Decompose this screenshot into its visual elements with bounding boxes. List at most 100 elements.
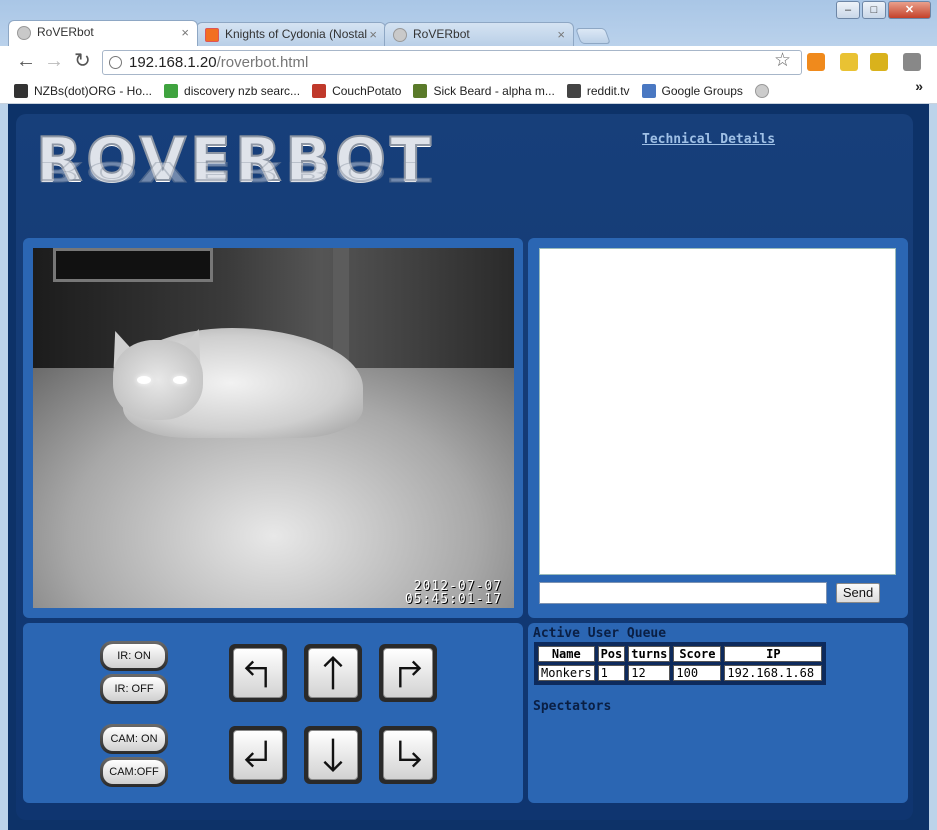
spectators-title: Spectators [533,699,612,714]
bookmark-google-groups[interactable]: Google Groups [641,83,743,98]
down-arrow-icon [323,738,343,773]
camera-timestamp: 2012-07-07 05:45:01-17 [405,580,502,606]
google-groups-icon [641,83,656,98]
ir-on-label: IR: ON [103,644,165,668]
bookmark-couchpotato[interactable]: CouchPotato [312,83,402,98]
browser-chrome: – □ ✕ RoVERbot × Knights of Cydonia (Nos… [0,0,937,104]
bookmark-label: Google Groups [661,83,743,98]
tab-close-icon[interactable]: × [557,23,565,46]
extension-arrow-icon[interactable] [840,53,858,71]
bookmark-discovery[interactable]: discovery nzb searc... [164,83,301,98]
camera-feed: 2012-07-07 05:45:01-17 [33,248,514,608]
forward-button[interactable] [304,644,362,702]
close-window-button[interactable]: ✕ [888,1,931,19]
sickbeard-icon [413,83,428,98]
forward-button[interactable]: → [44,51,64,71]
tab-close-icon[interactable]: × [369,23,377,46]
cell-turns: 12 [628,665,671,681]
cell-score: 100 [673,665,722,681]
cam-on-button[interactable]: CAM: ON [100,724,168,754]
address-bar[interactable]: 192.168.1.20/roverbot.html [102,50,802,75]
logo-reflection: ROVERBOT [35,155,435,188]
video-panel: 2012-07-07 05:45:01-17 [23,238,523,618]
new-tab-button[interactable] [575,28,611,44]
cam-off-label: CAM:OFF [103,760,165,784]
bookmark-reddit-tv[interactable]: reddit.tv [566,83,630,98]
minimize-button[interactable]: – [836,1,860,19]
table-row: Monkers 1 12 100 192.168.1.68 [538,665,823,681]
tab-close-icon[interactable]: × [181,21,189,44]
camera-window [53,248,213,282]
toolbar: ← → ↻ 192.168.1.20/roverbot.html ☆ [0,46,937,78]
turn-right-forward-button[interactable] [379,644,437,702]
cam-off-button[interactable]: CAM:OFF [100,757,168,787]
globe-icon[interactable] [754,83,769,98]
turn-left-back-button[interactable] [229,726,287,784]
bookmark-label: discovery nzb searc... [184,83,301,98]
chat-panel: Send [528,238,908,618]
cat-eye [137,376,151,384]
send-button[interactable]: Send [836,583,880,603]
bookmark-nzbs[interactable]: NZBs(dot)ORG - Ho... [14,83,153,98]
tab-strip: RoVERbot × Knights of Cydonia (Nostal × … [8,20,611,46]
roverbot-page: ROVERBOT ROVERBOT Technical Details 2012… [8,104,929,830]
cell-name: Monkers [538,665,595,681]
ir-off-label: IR: OFF [103,677,165,701]
ir-on-button[interactable]: IR: ON [100,641,168,671]
tab-roverbot-2[interactable]: RoVERbot × [384,22,574,46]
header-turns: turns [628,646,671,662]
couchpotato-icon [312,83,327,98]
wrench-icon[interactable] [903,53,921,71]
bookmarks-bar: NZBs(dot)ORG - Ho... discovery nzb searc… [0,78,937,104]
bookmark-label: reddit.tv [586,83,630,98]
chat-log[interactable] [539,248,896,575]
header-pos: Pos [597,646,626,662]
queue-table: Name Pos turns Score IP Monkers 1 12 100… [534,642,827,685]
bookmark-sickbeard[interactable]: Sick Beard - alpha m... [413,83,555,98]
cat-eye [173,376,187,384]
camera-time: 05:45:01-17 [404,592,502,607]
page-globe-icon [109,56,122,69]
globe-icon [393,28,407,42]
extension-m-icon[interactable] [807,53,825,71]
cell-ip: 192.168.1.68 [724,665,823,681]
maximize-button[interactable]: □ [862,1,886,19]
turn-left-forward-button[interactable] [229,644,287,702]
down-arrow-icon [164,83,179,98]
turn-right-arrow-icon [399,660,422,688]
technical-details-link[interactable]: Technical Details [642,132,775,147]
tab-title: Knights of Cydonia (Nostal [225,27,368,41]
reverse-button[interactable] [304,726,362,784]
back-left-arrow-icon [244,740,267,768]
cat-head [113,340,203,420]
tab-roverbot-active[interactable]: RoVERbot × [8,20,198,46]
turn-right-back-button[interactable] [379,726,437,784]
window-controls: – □ ✕ [834,1,931,19]
tab-knights-of-cydonia[interactable]: Knights of Cydonia (Nostal × [196,22,386,46]
bookmark-label: NZBs(dot)ORG - Ho... [34,83,153,98]
extension-robot-icon[interactable] [870,53,888,71]
globe-icon [17,26,31,40]
turn-left-arrow-icon [244,660,267,688]
chat-input[interactable] [539,582,827,604]
header-name: Name [538,646,595,662]
tv-icon [566,83,581,98]
back-right-arrow-icon [399,740,422,768]
control-panel: IR: ON IR: OFF CAM: ON CAM:OFF [23,623,523,803]
queue-title: Active User Queue [533,626,667,641]
url-host: 192.168.1.20 [129,54,217,71]
reload-button[interactable]: ↻ [74,51,91,71]
soundcloud-icon [205,28,219,42]
bookmark-star-icon[interactable]: ☆ [774,49,791,72]
up-arrow-icon [323,655,343,690]
queue-header-row: Name Pos turns Score IP [538,646,823,662]
bookmark-label: CouchPotato [332,83,402,98]
url-path: /roverbot.html [216,54,309,71]
header-ip: IP [724,646,823,662]
tab-title: RoVERbot [37,25,94,39]
bookmarks-more-button[interactable]: » [915,78,923,94]
back-button[interactable]: ← [16,51,36,71]
tab-title: RoVERbot [413,27,470,41]
cam-on-label: CAM: ON [103,727,165,751]
ir-off-button[interactable]: IR: OFF [100,674,168,704]
